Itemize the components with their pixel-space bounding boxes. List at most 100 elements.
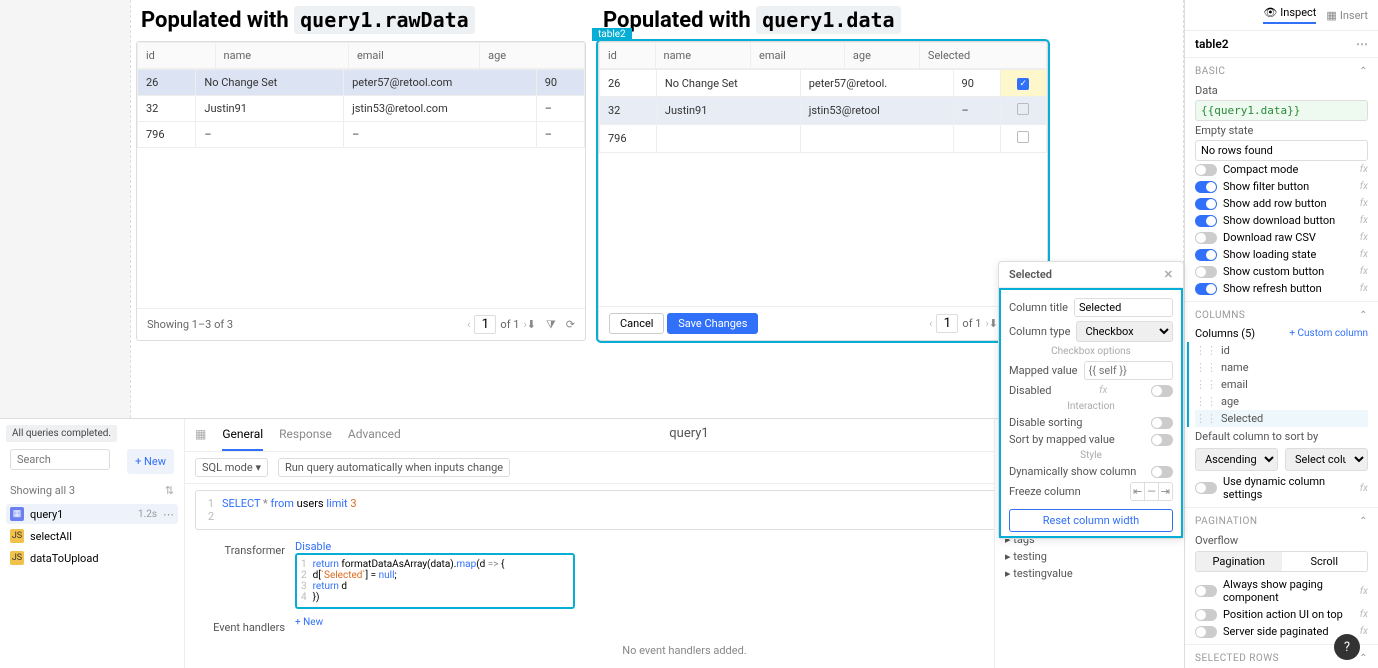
table2[interactable]: idnameemailageSelected 26No Change Setpe… xyxy=(598,41,1048,341)
tree-row[interactable]: ▸ testingvalue xyxy=(1005,565,1174,582)
checkbox[interactable] xyxy=(1017,103,1029,115)
toggle[interactable] xyxy=(1195,609,1217,621)
empty-state-input[interactable] xyxy=(1195,140,1368,161)
toggle[interactable] xyxy=(1195,249,1217,261)
cell[interactable]: 26 xyxy=(600,70,657,97)
data-input[interactable] xyxy=(1195,100,1368,121)
cell[interactable]: 90 xyxy=(953,70,1000,97)
toggle[interactable] xyxy=(1195,266,1217,278)
cell[interactable]: 90 xyxy=(536,70,584,96)
column-item[interactable]: ⋮⋮Selected xyxy=(1195,410,1368,427)
toggle[interactable] xyxy=(1195,164,1217,176)
column-header[interactable]: age xyxy=(480,43,585,69)
cell[interactable]: 796 xyxy=(600,125,657,153)
cell[interactable]: No Change Set xyxy=(656,70,800,97)
cell[interactable]: peter57@retool.com xyxy=(344,70,537,96)
toggle[interactable] xyxy=(1195,215,1217,227)
tab-inspect[interactable]: 👁 Inspect xyxy=(1263,6,1316,24)
add-event-handler-link[interactable]: + New xyxy=(295,617,323,634)
close-icon[interactable]: ✕ xyxy=(1164,268,1173,281)
add-custom-column-link[interactable]: + Custom column xyxy=(1289,328,1368,339)
column-header[interactable]: name xyxy=(215,43,348,69)
query-item[interactable]: ▦query11.2s⋯ xyxy=(6,504,178,524)
mapped-value-input[interactable] xyxy=(1084,361,1173,380)
cell[interactable]: jstin53@retool xyxy=(800,97,953,125)
cell[interactable]: Justin91 xyxy=(656,97,800,125)
run-mode-select[interactable]: Run query automatically when inputs chan… xyxy=(278,458,510,477)
collapse-icon[interactable]: ⌃ xyxy=(1359,653,1368,664)
query-item[interactable]: JSselectAll xyxy=(6,526,178,546)
column-header[interactable]: email xyxy=(750,43,844,69)
code-toggle-icon[interactable]: ▦ xyxy=(195,419,206,451)
save-changes-button[interactable]: Save Changes xyxy=(667,313,758,334)
query-item[interactable]: JSdataToUpload xyxy=(6,548,178,568)
query-search[interactable] xyxy=(10,449,110,470)
cell[interactable]: Justin91 xyxy=(196,96,344,122)
col-title-input[interactable] xyxy=(1074,298,1173,317)
tab-insert[interactable]: ▦ Insert xyxy=(1326,6,1368,24)
column-header[interactable]: age xyxy=(844,43,919,69)
column-item[interactable]: ⋮⋮name xyxy=(1195,359,1368,376)
disable-transformer-link[interactable]: Disable xyxy=(295,540,331,553)
cell[interactable]: 796 xyxy=(138,122,196,148)
tree-row[interactable]: ▸ testing xyxy=(1005,548,1174,565)
disable-sort-toggle[interactable] xyxy=(1151,417,1173,429)
new-query-button[interactable]: + New xyxy=(127,449,174,474)
tab-advanced[interactable]: Advanced xyxy=(348,419,401,451)
sort-icon[interactable]: ⇅ xyxy=(165,484,174,497)
cell[interactable]: – xyxy=(536,122,584,148)
filter-icon[interactable]: ⧩ xyxy=(546,318,556,332)
col-type-select[interactable]: Checkbox xyxy=(1076,321,1173,342)
download-icon[interactable]: ⬇ xyxy=(527,318,536,332)
disabled-toggle[interactable] xyxy=(1151,385,1173,397)
dyn-col-toggle[interactable] xyxy=(1195,482,1217,494)
column-item[interactable]: ⋮⋮id xyxy=(1195,342,1368,359)
cell[interactable] xyxy=(800,125,953,153)
table1[interactable]: idnameemailage 26No Change Setpeter57@re… xyxy=(136,41,586,341)
prev-page-icon[interactable]: ‹ xyxy=(929,317,932,330)
collapse-icon[interactable]: ⌃ xyxy=(1359,66,1368,77)
column-header[interactable]: id xyxy=(600,43,656,69)
column-header[interactable]: Selected xyxy=(919,43,1046,69)
refresh-icon[interactable]: ⟳ xyxy=(566,318,575,332)
more-icon[interactable]: ⋯ xyxy=(1356,37,1368,51)
tab-general[interactable]: General xyxy=(222,419,263,451)
cell[interactable]: – xyxy=(536,96,584,122)
help-button[interactable]: ? xyxy=(1334,634,1360,660)
cell[interactable]: 32 xyxy=(600,97,657,125)
cancel-button[interactable]: Cancel xyxy=(609,313,664,334)
toggle[interactable] xyxy=(1195,283,1217,295)
cell[interactable]: – xyxy=(196,122,344,148)
cell[interactable]: No Change Set xyxy=(196,70,344,96)
column-header[interactable]: email xyxy=(348,43,479,69)
toggle[interactable] xyxy=(1195,232,1217,244)
column-header[interactable]: id xyxy=(138,43,216,69)
cell[interactable]: peter57@retool. xyxy=(800,70,953,97)
prev-page-icon[interactable]: ‹ xyxy=(467,318,470,331)
cell[interactable]: jstin53@retool.com xyxy=(344,96,537,122)
cell[interactable]: 32 xyxy=(138,96,196,122)
collapse-icon[interactable]: ⌃ xyxy=(1359,516,1368,527)
cell[interactable] xyxy=(953,125,1000,153)
reset-column-width-button[interactable]: Reset column width xyxy=(1009,509,1173,532)
cell[interactable] xyxy=(656,125,800,153)
toggle[interactable] xyxy=(1195,198,1217,210)
toggle[interactable] xyxy=(1195,181,1217,193)
page-input[interactable] xyxy=(474,315,496,334)
freeze-segment[interactable]: ⇤—⇥ xyxy=(1130,482,1173,501)
cell[interactable]: – xyxy=(953,97,1000,125)
dyn-show-toggle[interactable] xyxy=(1151,466,1173,478)
overflow-segment[interactable]: PaginationScroll xyxy=(1195,551,1368,572)
cell[interactable]: 26 xyxy=(138,70,196,96)
toggle[interactable] xyxy=(1195,585,1217,597)
sort-dir-select[interactable]: Ascending xyxy=(1195,448,1278,471)
sort-mapped-toggle[interactable] xyxy=(1151,434,1173,446)
download-icon[interactable]: ⬇ xyxy=(989,317,998,331)
column-header[interactable]: name xyxy=(655,43,750,69)
collapse-icon[interactable]: ⌃ xyxy=(1359,310,1368,321)
sql-mode-select[interactable]: SQL mode ▾ xyxy=(195,458,268,477)
tab-response[interactable]: Response xyxy=(279,419,332,451)
column-item[interactable]: ⋮⋮age xyxy=(1195,393,1368,410)
column-item[interactable]: ⋮⋮email xyxy=(1195,376,1368,393)
sort-col-select[interactable]: Select column xyxy=(1285,448,1368,471)
